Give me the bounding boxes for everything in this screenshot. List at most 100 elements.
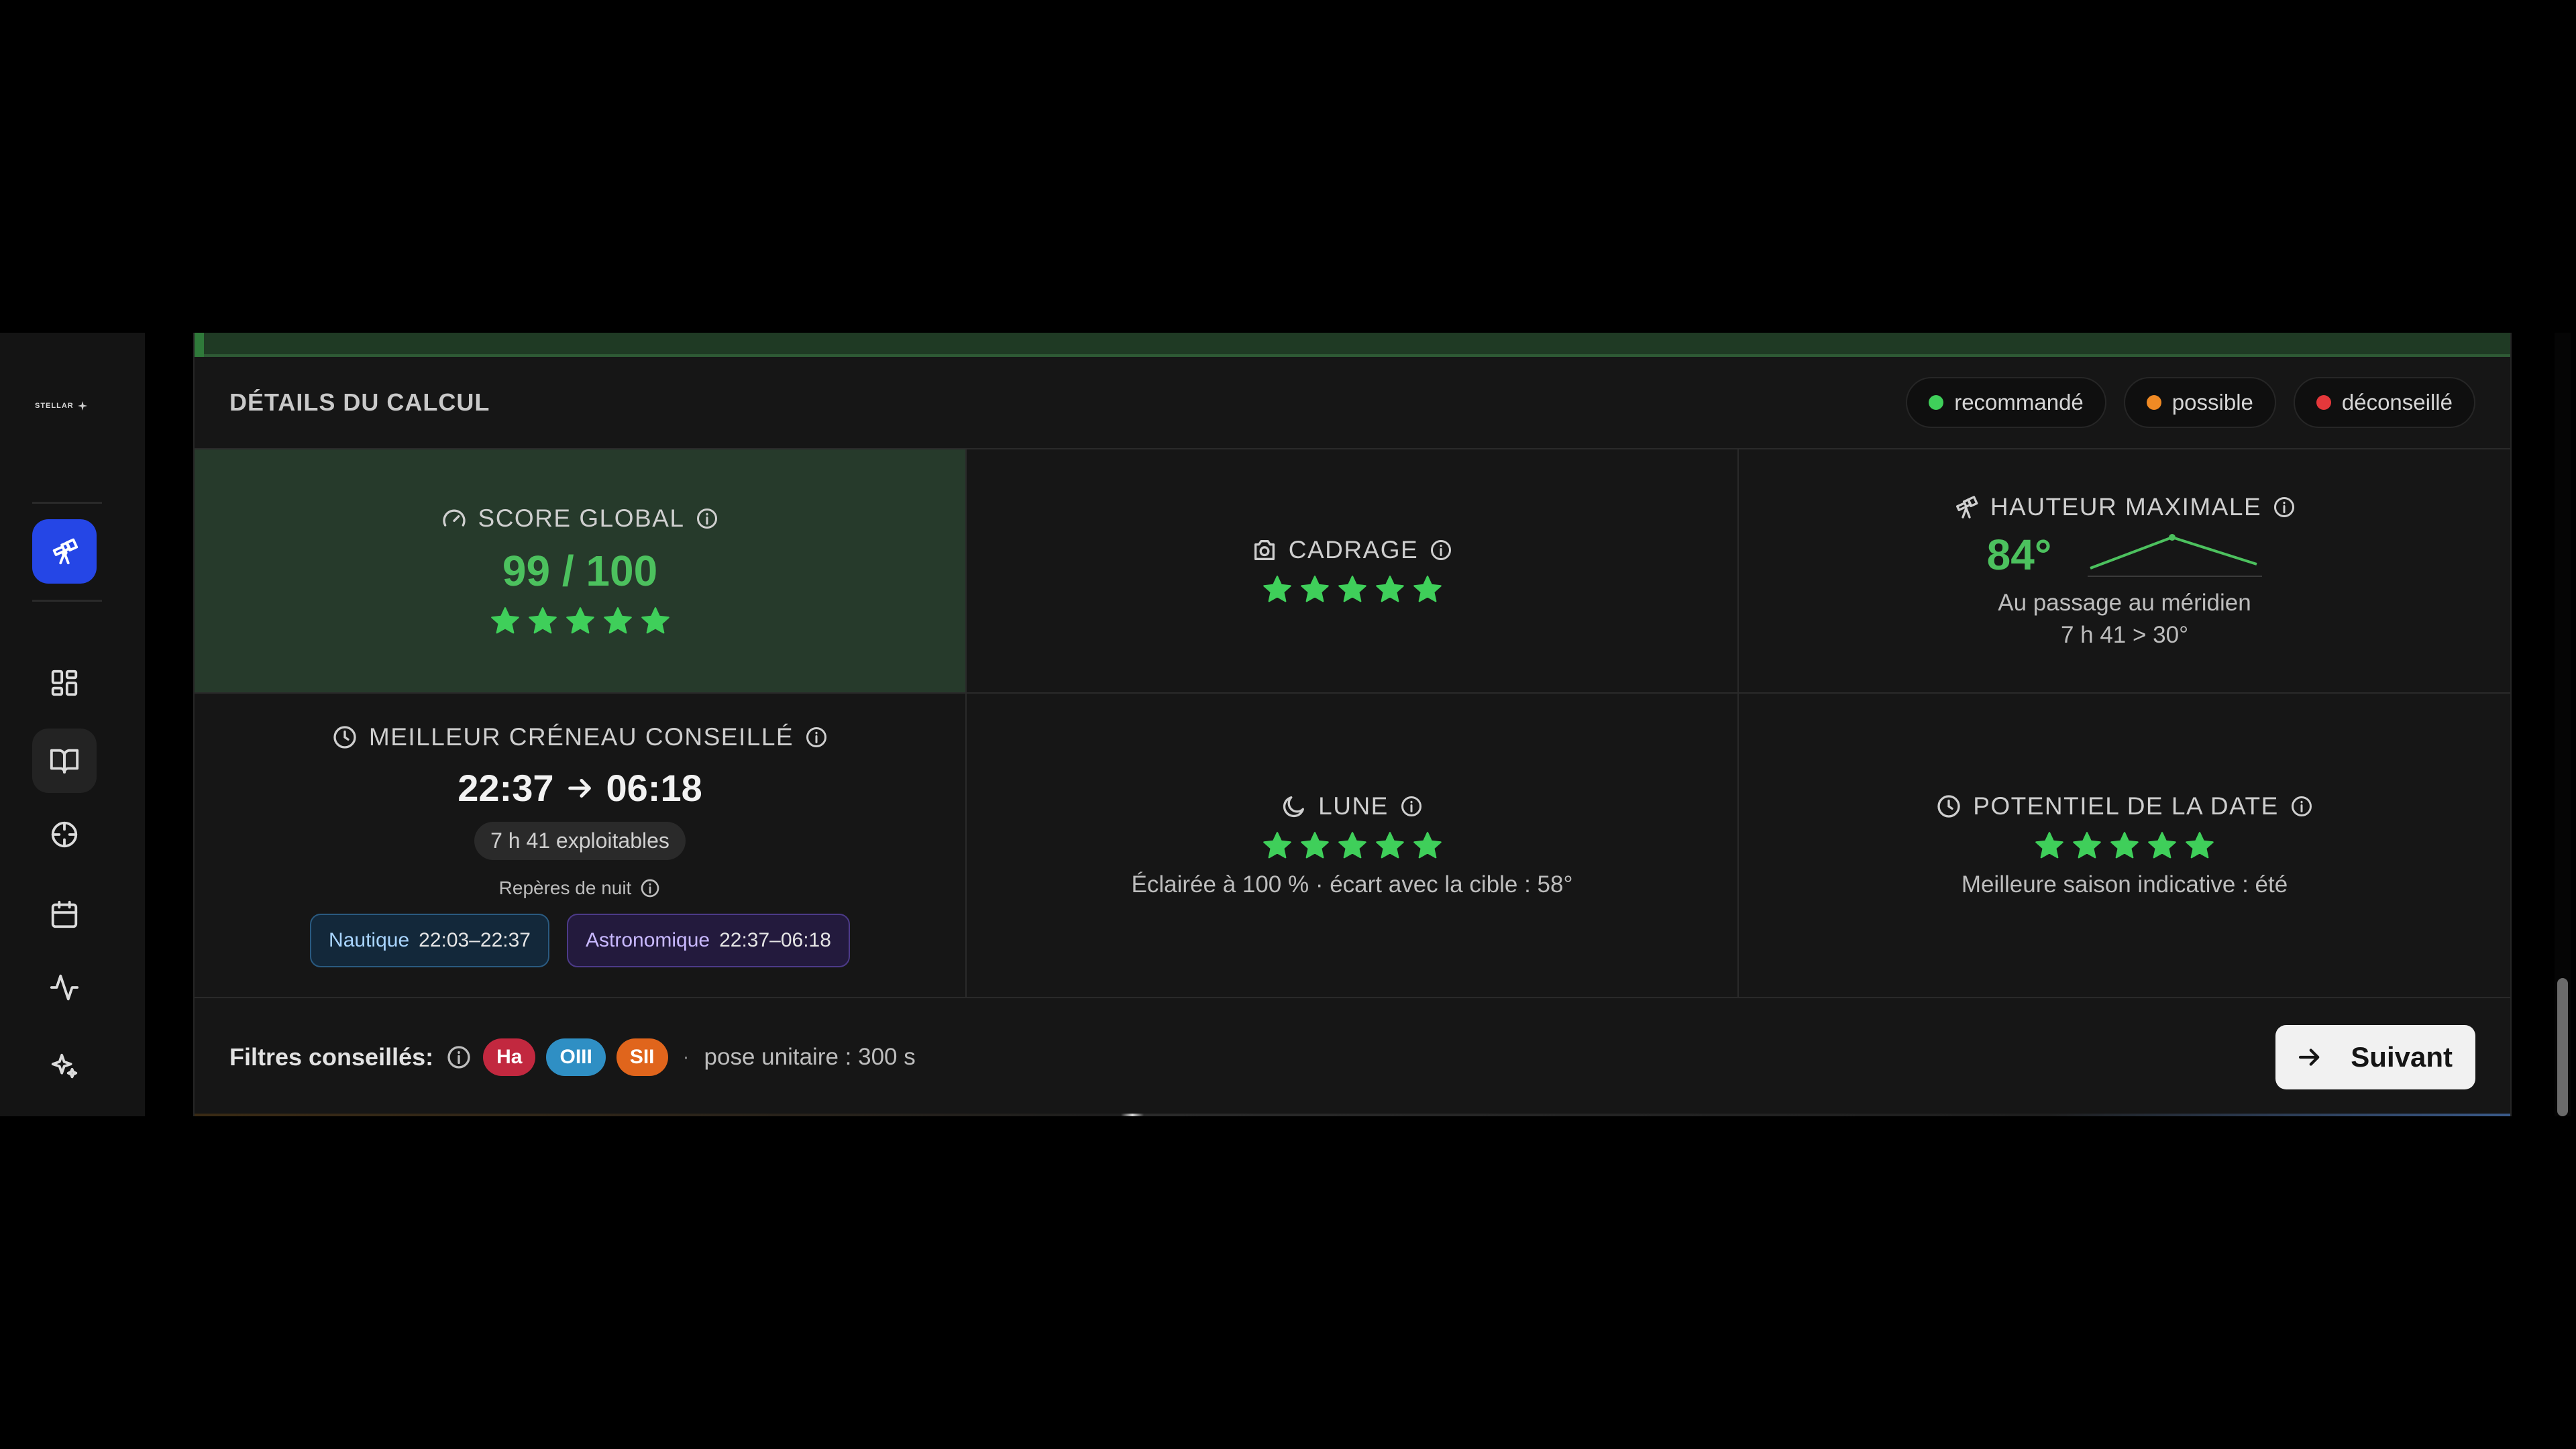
filter-ha-pill[interactable]: Ha [483, 1038, 536, 1076]
star-icon [1375, 832, 1404, 859]
info-icon[interactable] [2290, 794, 2314, 818]
altitude-duration: 7 h 41 > 30° [2060, 622, 2189, 648]
panel-footer: Filtres conseillés: Ha OIII SII · pose u… [195, 998, 2510, 1116]
star-icon [2110, 832, 2139, 859]
activity-icon [50, 974, 79, 1001]
sidebar-item-dashboard[interactable] [32, 651, 97, 715]
next-button-label: Suivant [2351, 1041, 2453, 1073]
sidebar: STELLAR [0, 333, 145, 1116]
filter-sii-pill[interactable]: SII [616, 1038, 668, 1076]
date-potential-label: POTENTIEL DE LA DATE [1935, 792, 2314, 820]
chip-time: 22:37–06:18 [719, 929, 831, 951]
score-card: SCORE GLOBAL 99 / 100 [195, 449, 967, 694]
sidebar-divider [32, 600, 102, 602]
altitude-caption: Au passage au méridien [1998, 590, 2251, 616]
legend-label: déconseillé [2341, 390, 2453, 415]
filter-oiii-pill[interactable]: OIII [546, 1038, 606, 1076]
time-range: 22:37 06:18 [458, 766, 702, 810]
night-markers-text: Repères de nuit [498, 877, 632, 898]
info-icon[interactable] [639, 877, 661, 899]
telescope-icon [1955, 496, 1978, 519]
nautical-twilight-chip: Nautique 22:03–22:37 [310, 914, 549, 967]
info-icon[interactable] [804, 725, 828, 749]
info-icon[interactable] [1399, 794, 1424, 818]
book-open-icon [50, 749, 79, 774]
app-logo[interactable]: STELLAR [35, 397, 97, 415]
filters-label: Filtres conseillés: [229, 1043, 434, 1071]
sidebar-item-calendar[interactable] [32, 883, 97, 947]
star-icon [1263, 576, 1291, 602]
green-dot-icon [1929, 395, 1944, 410]
score-label-text: SCORE GLOBAL [478, 504, 685, 532]
info-icon[interactable] [2272, 495, 2296, 519]
legend-discouraged: déconseillé [2293, 377, 2475, 428]
star-icon [2148, 832, 2176, 859]
score-value: 99 / 100 [502, 547, 658, 595]
calendar-icon [51, 900, 78, 928]
footer-bottom-glow [195, 1114, 2510, 1116]
logo-text: STELLAR [35, 402, 74, 410]
moon-label: LUNE [1281, 792, 1424, 820]
clock-icon [1937, 795, 1960, 818]
sidebar-item-telescope[interactable] [32, 519, 97, 584]
date-potential-card: POTENTIEL DE LA DATE Meilleure saison in… [1739, 694, 2510, 998]
chip-label: Astronomique [585, 929, 710, 951]
star-rating [489, 605, 672, 637]
sidebar-item-target[interactable] [32, 802, 97, 867]
clock-icon [333, 726, 356, 749]
star-icon [490, 607, 519, 634]
legend: recommandé possible déconseillé [1906, 377, 2475, 428]
star-rating [2033, 830, 2216, 862]
panel-title: DÉTAILS DU CALCUL [229, 388, 490, 416]
camera-icon [1254, 540, 1275, 560]
sidebar-item-catalog[interactable] [32, 729, 97, 793]
altitude-row: 84° [1987, 529, 2263, 580]
window-start: 22:37 [458, 767, 554, 809]
star-icon [603, 607, 632, 634]
framing-label-text: CADRAGE [1288, 536, 1419, 564]
star-icon [1338, 576, 1366, 602]
moon-icon [1283, 796, 1305, 818]
altitude-label-text: HAUTEUR MAXIMALE [1990, 493, 2262, 521]
star-icon [2186, 832, 2214, 859]
scrollbar-thumb[interactable] [2557, 978, 2568, 1116]
framing-card: CADRAGE [967, 449, 1739, 694]
moon-details: Éclairée à 100 % · écart avec la cible :… [1131, 871, 1573, 898]
legend-label: possible [2171, 390, 2253, 415]
panel-top-accent [195, 333, 2510, 357]
window-end: 06:18 [606, 767, 702, 809]
window-label-text: MEILLEUR CRÉNEAU CONSEILLÉ [368, 723, 794, 751]
logo-star-icon [77, 401, 87, 411]
framing-label: CADRAGE [1251, 536, 1453, 564]
star-icon [2035, 832, 2063, 859]
sidebar-item-activity[interactable] [32, 955, 97, 1020]
gauge-icon [442, 509, 466, 527]
info-icon[interactable] [1429, 538, 1453, 562]
date-potential-label-text: POTENTIEL DE LA DATE [1973, 792, 2279, 820]
star-icon [566, 607, 594, 634]
star-rating [1261, 574, 1444, 606]
max-altitude-card: HAUTEUR MAXIMALE 84° Au passage au mérid… [1739, 449, 2510, 694]
window-label: MEILLEUR CRÉNEAU CONSEILLÉ [331, 723, 828, 751]
info-icon[interactable] [445, 1044, 472, 1071]
sidebar-item-sparkles[interactable] [32, 1034, 97, 1099]
altitude-curve [2088, 534, 2263, 577]
legend-label: recommandé [1954, 390, 2084, 415]
night-markers-label: Repères de nuit [499, 877, 661, 899]
exposure-text: pose unitaire : 300 s [704, 1044, 916, 1070]
star-rating [1261, 830, 1444, 862]
info-icon[interactable] [695, 506, 719, 531]
star-icon [1375, 576, 1404, 602]
details-grid: SCORE GLOBAL 99 / 100 CADRAGE HAUTEUR MA… [195, 449, 2510, 998]
red-dot-icon [2316, 395, 2331, 410]
date-potential-details: Meilleure saison indicative : été [1961, 871, 2288, 898]
usable-duration-badge: 7 h 41 exploitables [474, 822, 686, 860]
score-label: SCORE GLOBAL [441, 504, 720, 533]
telescope-icon [52, 538, 78, 565]
next-button[interactable]: Suivant [2275, 1025, 2475, 1089]
star-icon [1300, 832, 1329, 859]
legend-recommended: recommandé [1906, 377, 2106, 428]
legend-possible: possible [2123, 377, 2276, 428]
night-markers: Nautique 22:03–22:37 Astronomique 22:37–… [310, 914, 850, 967]
star-icon [1413, 576, 1442, 602]
